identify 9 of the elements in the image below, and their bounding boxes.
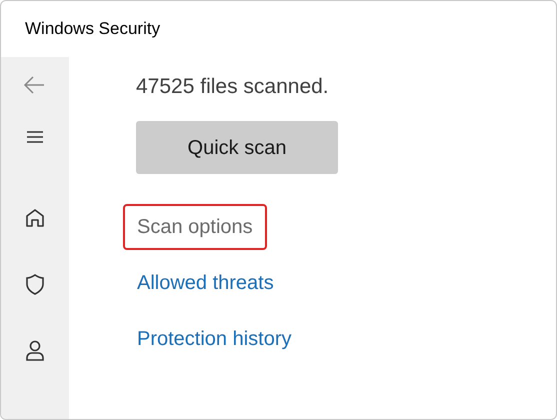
- quick-scan-button[interactable]: Quick scan: [136, 121, 338, 174]
- person-icon[interactable]: [24, 339, 46, 362]
- link[interactable]: Allowed threats: [123, 260, 288, 306]
- window-title: Windows Security: [25, 18, 160, 40]
- scan-status-text: 47525 files scanned.: [136, 74, 329, 100]
- scan-options-label[interactable]: Scan options: [123, 204, 267, 250]
- shield-icon[interactable]: [24, 273, 46, 297]
- link[interactable]: Protection history: [123, 316, 306, 362]
- home-icon[interactable]: [24, 207, 46, 229]
